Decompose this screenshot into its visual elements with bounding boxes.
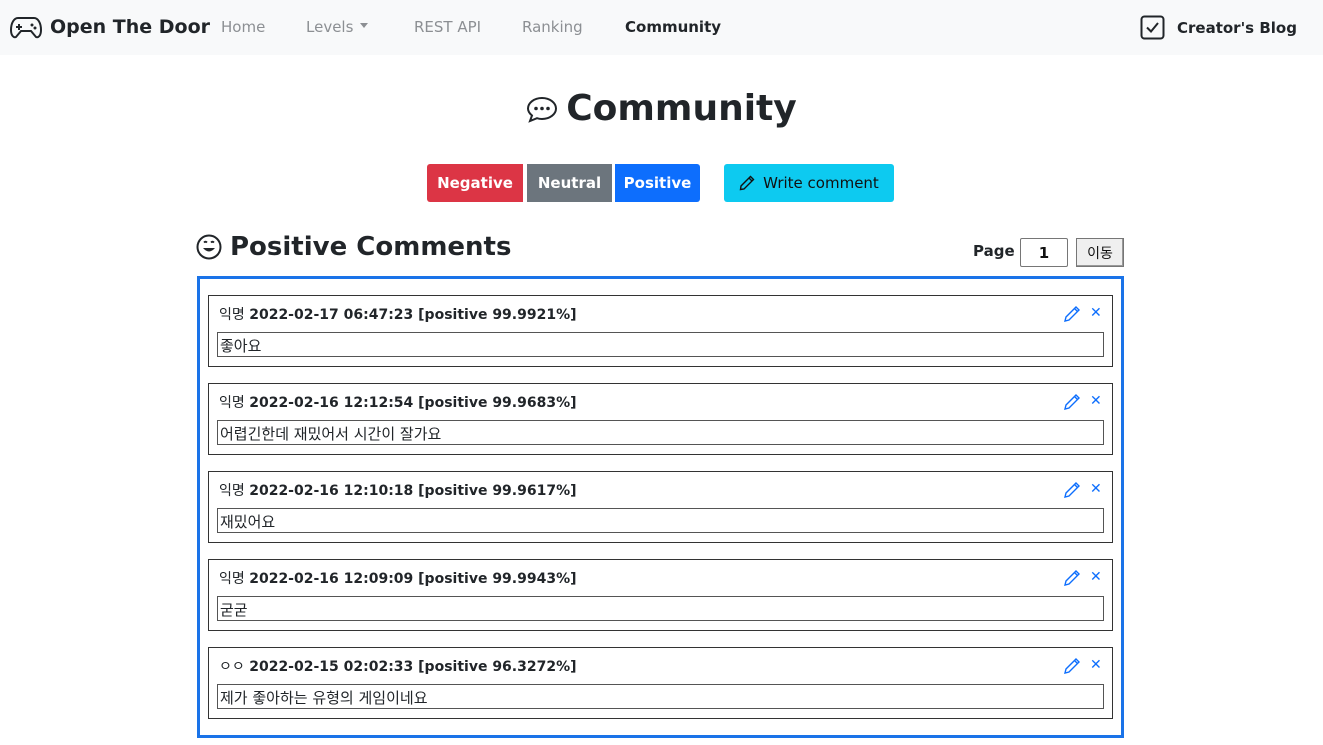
comment-item: 익명 2022-02-16 12:12:54 [positive 99.9683…	[208, 383, 1113, 455]
comment-text: 재밌어요	[217, 508, 1104, 533]
comment-text: 굳굳	[217, 596, 1104, 621]
comment-meta: 익명 2022-02-16 12:10:18 [positive 99.9617…	[219, 480, 577, 500]
chevron-down-icon	[360, 23, 369, 28]
comment-item: 익명 2022-02-17 06:47:23 [positive 99.9921…	[208, 295, 1113, 367]
nav-levels[interactable]: Levels	[306, 18, 369, 36]
comment-meta: 익명 2022-02-17 06:47:23 [positive 99.9921…	[219, 304, 577, 324]
smile-icon	[196, 234, 222, 260]
navbar: Open The Door Home Levels REST API Ranki…	[0, 0, 1323, 55]
go-page-button[interactable]: 이동	[1076, 238, 1124, 267]
creators-blog-text: Creator's Blog	[1177, 18, 1297, 37]
nav-levels-label: Levels	[306, 18, 354, 36]
close-icon[interactable]: ✕	[1090, 304, 1102, 322]
comment-stamp: 2022-02-16 12:09:09 [positive 99.9943%]	[249, 571, 577, 587]
comment-stamp: 2022-02-15 02:02:33 [positive 96.3272%]	[249, 659, 577, 675]
pencil-icon[interactable]	[1063, 481, 1081, 499]
comment-stamp: 2022-02-17 06:47:23 [positive 99.9921%]	[249, 307, 577, 323]
comment-item: 익명 2022-02-16 12:10:18 [positive 99.9617…	[208, 471, 1113, 543]
brand-text: Open The Door	[50, 16, 211, 38]
nav-rest-api[interactable]: REST API	[414, 18, 481, 36]
chat-dots-icon	[527, 96, 558, 123]
pencil-icon[interactable]	[1063, 657, 1081, 675]
comment-text: 제가 좋아하는 유형의 게임이네요	[217, 684, 1104, 709]
creators-blog-link[interactable]: Creator's Blog	[1140, 15, 1297, 40]
page-number-input[interactable]	[1020, 238, 1068, 267]
comment-text: 좋아요	[217, 332, 1104, 357]
pencil-icon[interactable]	[1063, 305, 1081, 323]
comments-list: 익명 2022-02-17 06:47:23 [positive 99.9921…	[197, 276, 1124, 738]
comment-author: 익명	[219, 571, 245, 587]
comment-stamp: 2022-02-16 12:12:54 [positive 99.9683%]	[249, 395, 577, 411]
comment-meta: 익명 2022-02-16 12:09:09 [positive 99.9943…	[219, 568, 577, 588]
nav-community[interactable]: Community	[625, 18, 721, 36]
comment-item: 익명 2022-02-16 12:09:09 [positive 99.9943…	[208, 559, 1113, 631]
page-title-text: Community	[566, 88, 797, 129]
write-comment-label: Write comment	[763, 174, 879, 192]
brand-link[interactable]: Open The Door	[10, 12, 210, 42]
pencil-icon[interactable]	[1063, 569, 1081, 587]
negative-filter-button[interactable]: Negative	[427, 164, 523, 202]
page-label: Page	[973, 242, 1015, 260]
comment-text: 어렵긴한데 재밌어서 시간이 잘가요	[217, 420, 1104, 445]
comment-author: 익명	[219, 307, 245, 323]
close-icon[interactable]: ✕	[1090, 568, 1102, 586]
section-title: Positive Comments	[196, 232, 511, 262]
positive-filter-button[interactable]: Positive	[615, 164, 700, 202]
write-comment-button[interactable]: Write comment	[724, 164, 894, 202]
close-icon[interactable]: ✕	[1090, 656, 1102, 674]
comment-author: 익명	[219, 483, 245, 499]
check-square-icon	[1140, 15, 1165, 40]
pencil-icon	[739, 175, 755, 191]
page-title: Community	[0, 88, 1323, 129]
close-icon[interactable]: ✕	[1090, 480, 1102, 498]
comment-meta: 익명 2022-02-16 12:12:54 [positive 99.9683…	[219, 392, 577, 412]
pencil-icon[interactable]	[1063, 393, 1081, 411]
neutral-filter-button[interactable]: Neutral	[527, 164, 612, 202]
comment-item: ㅇㅇ 2022-02-15 02:02:33 [positive 96.3272…	[208, 647, 1113, 719]
comment-author: 익명	[219, 395, 245, 411]
nav-ranking[interactable]: Ranking	[522, 18, 583, 36]
comment-meta: ㅇㅇ 2022-02-15 02:02:33 [positive 96.3272…	[219, 656, 577, 676]
close-icon[interactable]: ✕	[1090, 392, 1102, 410]
comment-stamp: 2022-02-16 12:10:18 [positive 99.9617%]	[249, 483, 577, 499]
gamepad-icon	[10, 17, 42, 39]
section-title-text: Positive Comments	[230, 232, 512, 262]
nav-home[interactable]: Home	[221, 18, 265, 36]
comment-author: ㅇㅇ	[219, 659, 245, 675]
